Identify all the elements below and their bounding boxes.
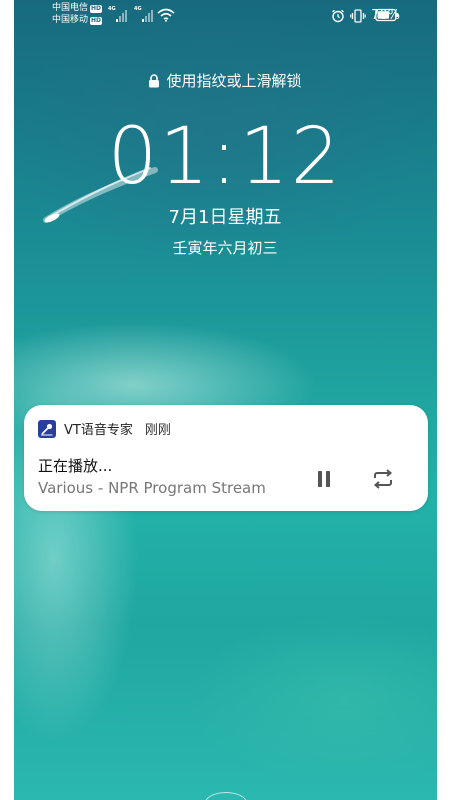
- status-bar: 中国电信 HD 中国移动 HD 4G 4G: [0, 0, 450, 32]
- network-type-label: 4G: [134, 6, 142, 12]
- lock-icon: [149, 73, 160, 87]
- clock-time: 01:12: [107, 112, 343, 202]
- app-name: VT语音专家: [64, 423, 133, 438]
- carrier-1-label: 中国电信: [52, 3, 89, 13]
- battery-icon: [375, 8, 399, 22]
- lunar-date: 壬寅年六月初三: [172, 239, 278, 257]
- signal-1: 4G: [108, 6, 128, 24]
- carrier-2-label: 中国移动: [52, 15, 89, 25]
- pause-button[interactable]: [312, 467, 336, 491]
- pause-icon: [318, 471, 330, 487]
- network-type-label: 4G: [108, 6, 116, 12]
- microphone-icon: [41, 423, 53, 435]
- notification-title: 正在播放...: [38, 457, 113, 475]
- repeat-icon: [373, 469, 393, 489]
- signal-indicators: 4G 4G: [108, 6, 154, 24]
- lock-screen: 中国电信 HD 中国移动 HD 4G 4G 使用指纹或上滑解锁 01:12 7月…: [0, 0, 450, 800]
- app-icon: [38, 419, 56, 438]
- signal-2: 4G: [134, 6, 154, 24]
- alarm-icon: [332, 9, 345, 22]
- media-notification-card[interactable]: VT语音专家 刚刚 正在播放... Various - NPR Program …: [24, 405, 428, 511]
- carrier-2: 中国移动 HD: [52, 15, 103, 26]
- hd-badge: HD: [90, 4, 103, 13]
- unlock-hint: 使用指纹或上滑解锁: [0, 70, 450, 91]
- wifi-icon: [157, 8, 175, 22]
- notification-header: VT语音专家 刚刚: [38, 419, 171, 438]
- repeat-button[interactable]: [370, 467, 396, 491]
- notification-time: 刚刚: [144, 423, 171, 438]
- unlock-hint-text: 使用指纹或上滑解锁: [166, 72, 302, 90]
- clock-date: 7月1日星期五: [168, 207, 282, 228]
- notification-subtitle: Various - NPR Program Stream: [38, 479, 266, 497]
- hd-badge: HD: [90, 16, 103, 25]
- vibrate-icon: [350, 8, 366, 23]
- carrier-1: 中国电信 HD: [52, 3, 103, 14]
